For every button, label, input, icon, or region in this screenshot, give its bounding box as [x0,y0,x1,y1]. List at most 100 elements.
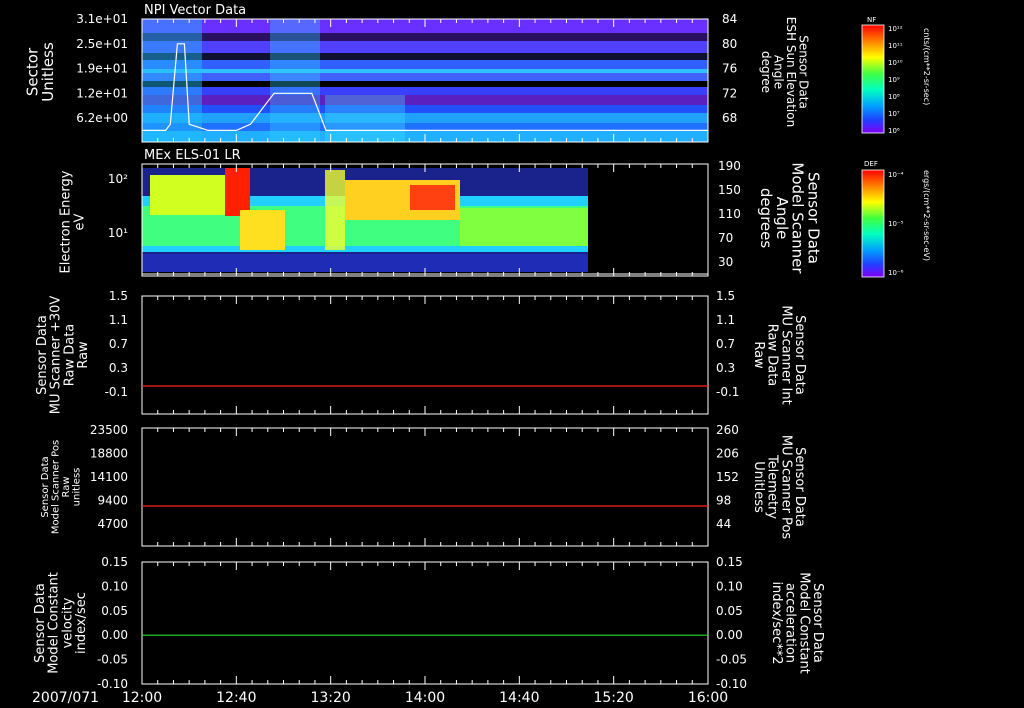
left-tick: 23500 [90,423,128,437]
npi-right-tick: 84 [722,12,737,26]
right-tick: 0.3 [716,361,735,375]
colorbar-tick: 10⁶ [888,127,900,135]
right-axis-label: Sensor DataMU Scanner PosTelemetryUnitle… [751,435,807,540]
npi-left-tick: 1.9e+01 [76,62,128,76]
colorbar-def-gradient [861,169,885,278]
left-axis-label-line: unitless [71,468,82,507]
right-axis-label: Sensor DataMU Scanner IntRaw DataRaw [751,305,807,404]
npi-left-tick: 1.2e+01 [76,86,128,100]
right-tick: 0.05 [716,604,743,618]
els-right-axis: 190 150 110 70 30 [718,159,741,269]
left-tick: 0.3 [109,361,128,375]
left-tick: 1.1 [109,313,128,327]
npi-left-tick: 6.2e+00 [76,111,128,125]
npi-right-label: Sensor DataESH Sun ElevationAngledegree [759,17,811,127]
right-tick: -0.05 [716,653,747,667]
els-right-tick: 190 [718,159,741,173]
left-tick: -0.10 [97,677,128,691]
colorbar-tick: 10⁹ [888,76,900,84]
line-panel-scan_pos: 23500 18800 14100 9400 4700 260 206 152 98 44 Sens… [40,423,807,547]
els-left-axis: 10² 10¹ [108,172,128,240]
right-axis-label-line: Unitless [751,461,766,513]
els-right-axis-label: Sensor DataModel ScannerAngledegrees [757,162,822,274]
left-tick: -0.1 [105,385,128,399]
colorbar-tick: 10¹⁰ [888,59,903,67]
right-tick: 260 [716,423,739,437]
panel-frame [141,427,709,547]
colorbar-nf-title: NF [867,16,876,24]
colorbar-tick: 10⁻⁴ [888,171,904,179]
right-tick: 0.7 [716,337,735,351]
left-axis-label-line: Raw [76,341,91,369]
left-tick: 18800 [90,447,128,461]
els-left-label: Electron EnergyeV [59,170,88,273]
plot-stage: NPI Vector Data 3.1e+01 2.5e+01 1.9e+01 1.2… [23,3,931,706]
colorbar-tick: 10⁻⁵ [888,220,904,228]
els-right-tick: 150 [718,183,741,197]
x-axis: 2007/071 12:00 12:40 13:20 14:00 14:40 15:20 1… [32,690,728,706]
npi-right-axis-label: Sensor DataESH Sun ElevationAngledegree [759,17,811,127]
right-tick: 0.10 [716,579,743,593]
colorbar-tick: 10⁷ [888,110,900,118]
x-tick-label: 12:00 [122,690,162,706]
colorbar-def-title: DEF [864,160,878,168]
colorbar-tick: 10¹¹ [888,42,903,50]
right-axis-label-line: index/sec**2 [769,581,784,664]
left-tick: 0.7 [109,337,128,351]
right-tick: 98 [716,494,731,508]
x-tick-label: 16:00 [688,690,728,706]
els-left-axis-label: Electron EnergyeV [59,170,88,273]
left-axis-label: Sensor DataMU Scanner +30VRaw DataRaw [35,296,91,415]
left-tick: 0.15 [101,555,128,569]
right-axis-label: Sensor DataModel Constantaccelerationind… [769,572,825,674]
els-right-tick: 70 [718,231,733,245]
els-left-tick: 10² [108,172,128,186]
els-spectrogram [142,168,588,272]
npi-right-tick: 72 [722,86,737,100]
colorbar-def-unit: ergs/(cm**2-sr-sec-eV) [922,170,931,261]
left-axis-label-line: Model Scanner Pos [50,440,61,534]
left-tick: 0.05 [101,604,128,618]
npi-left-label: SectorUnitless [23,42,57,102]
x-tick-label: 14:40 [499,690,539,706]
els-left-label-line: eV [72,213,87,230]
colorbar-nf: NF 10¹² 10¹¹ 10¹⁰ 10⁹ 10⁸ 10⁷ 10⁶ cnts/(cm**2-… [861,16,931,135]
npi-left-tick: 3.1e+01 [76,12,128,26]
npi-spectrogram [142,19,708,142]
right-tick: 44 [716,517,731,531]
left-tick: 4700 [97,517,128,531]
left-tick: 9400 [97,494,128,508]
colorbar-tick: 10⁸ [888,93,900,101]
left-tick: 0.00 [101,628,128,642]
right-tick: 206 [716,447,739,461]
panel-frame [141,295,709,415]
right-tick: 0.00 [716,628,743,642]
els-right-tick: 30 [718,255,733,269]
right-tick: 0.15 [716,555,743,569]
npi-right-axis: 84 80 76 72 68 [722,12,737,125]
npi-right-tick: 80 [722,37,737,51]
x-tick-label: 15:20 [593,690,633,706]
x-tick-label: 13:20 [310,690,350,706]
x-tick-label: 12:40 [216,690,256,706]
colorbar-tick: 10¹² [888,25,903,33]
left-tick: 1.5 [109,289,128,303]
npi-right-tick: 76 [722,62,737,76]
els-right-label-line: degrees [757,188,775,249]
right-tick: -0.10 [716,677,747,691]
x-tick-label: 14:00 [405,690,445,706]
colorbar-def: DEF 10⁻⁴ 10⁻⁵ 10⁻⁶ ergs/(cm**2-sr-sec-eV) [861,160,931,278]
right-tick: 1.1 [716,313,735,327]
line-panel-model_const: 0.15 0.10 0.05 0.00 -0.05 -0.10 0.15 0.10 0.05 0.… [33,555,825,691]
els-right-label: Sensor DataModel ScannerAngledegrees [757,162,822,274]
colorbar-def-ticks: 10⁻⁴ 10⁻⁵ 10⁻⁶ [888,171,904,277]
colorbar-nf-gradient [861,24,885,134]
colorbar-nf-ticks: 10¹² 10¹¹ 10¹⁰ 10⁹ 10⁸ 10⁷ 10⁶ [888,25,903,135]
npi-left-tick: 2.5e+01 [76,37,128,51]
left-tick: -0.05 [97,653,128,667]
npi-right-tick: 68 [722,111,737,125]
els-left-tick: 10¹ [108,226,128,240]
npi-left-axis-label: SectorUnitless [23,42,57,102]
npi-right-label-line: degree [759,51,773,93]
right-tick: 1.5 [716,289,735,303]
